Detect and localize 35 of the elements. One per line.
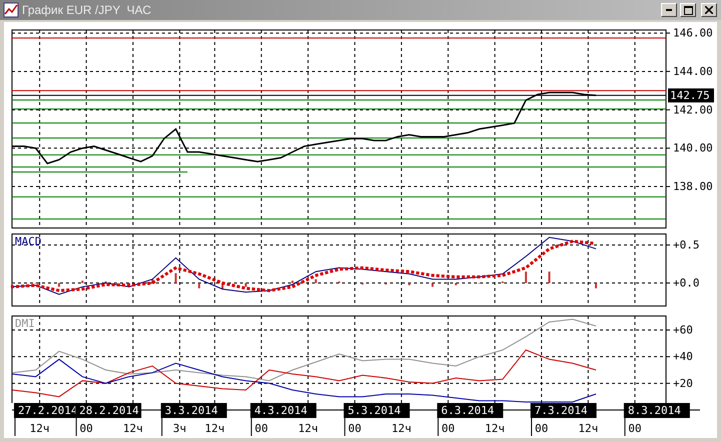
time-label: 3ч: [173, 422, 186, 435]
axis-label: 140.00: [673, 142, 713, 155]
panel-label: DMI: [15, 317, 35, 330]
axis-label: 144.00: [673, 64, 713, 78]
time-label: 00: [628, 422, 642, 435]
time-label: 12ч: [298, 422, 318, 435]
axis-label: +40: [673, 350, 693, 364]
axis-label: +0.5: [673, 238, 700, 252]
axis-label: +60: [673, 324, 693, 336]
window-title: График EUR /JPY ЧАС: [22, 3, 152, 17]
time-label: 12ч: [578, 422, 598, 435]
time-label: 00: [254, 422, 268, 435]
panel-label: MACD: [15, 235, 42, 248]
time-label: 12ч: [392, 422, 412, 435]
time-label: 00: [534, 422, 548, 435]
date-label: 7.3.2014: [530, 403, 596, 418]
time-label: 12ч: [30, 422, 50, 435]
date-label: 28.2.2014: [75, 403, 142, 418]
axis-label: +20: [673, 376, 693, 390]
time-label: 12ч: [204, 422, 225, 435]
date-label: 8.3.2014: [624, 403, 690, 418]
axis-label: 146.00: [673, 26, 713, 40]
time-label: 12ч: [123, 422, 143, 435]
date-label: 6.3.2014: [437, 403, 504, 418]
axis-label: 138.00: [673, 180, 713, 194]
price-label: 142.75: [668, 88, 714, 102]
time-label: 00: [348, 422, 362, 435]
date-label: 4.3.2014: [250, 403, 316, 418]
axis-label: +0.0: [673, 276, 700, 290]
axis-label: 142.00: [673, 103, 713, 116]
date-label: 5.3.2014: [344, 403, 410, 418]
time-label: 00: [442, 422, 455, 435]
date-label: 3.3.2014: [160, 403, 227, 418]
time-label: 12ч: [484, 422, 505, 435]
time-label: 00: [80, 422, 93, 435]
